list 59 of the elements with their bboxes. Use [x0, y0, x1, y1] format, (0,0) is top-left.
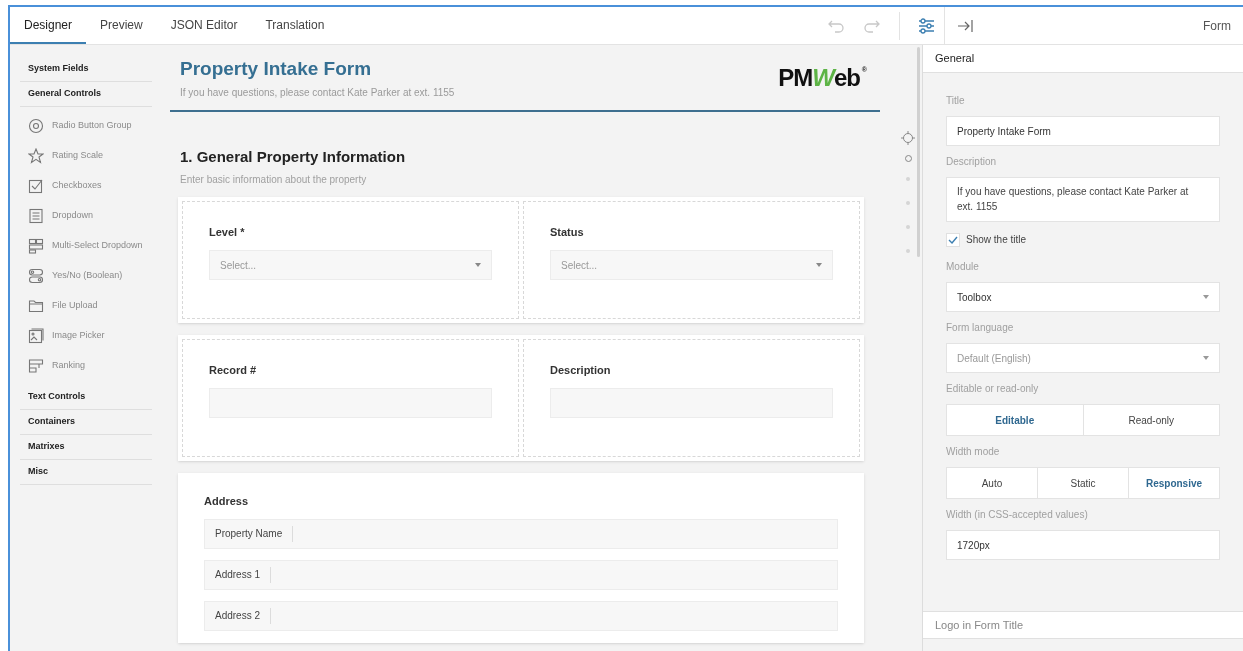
segment-button[interactable]: Read-only	[1082, 405, 1219, 435]
text-input-field[interactable]: Address 1	[204, 560, 838, 590]
segment-button[interactable]: Responsive	[1128, 468, 1219, 498]
checkbox-icon	[28, 178, 44, 194]
dropdown-icon	[28, 208, 44, 224]
toolbox-category[interactable]: System Fields	[20, 57, 152, 82]
question-label: Status	[550, 224, 585, 240]
file-icon	[28, 298, 44, 314]
segment-button[interactable]: Auto	[947, 468, 1037, 498]
question-label: Record #	[209, 362, 258, 378]
caret-icon	[1203, 295, 1209, 299]
field-label: Form language	[946, 321, 1015, 335]
page-description: Enter basic information about the property	[180, 172, 368, 187]
page-title: 1. General Property Information	[180, 147, 407, 167]
combo-box[interactable]: Toolbox	[946, 282, 1220, 312]
question-label: Description	[550, 362, 612, 378]
checkbox-label: Show the title	[966, 233, 1027, 247]
section-header[interactable]: Logo in Form Title	[923, 611, 1243, 639]
segment-button[interactable]: Static	[1037, 468, 1128, 498]
field-label: Editable or read-only	[946, 382, 1040, 396]
field-label: Width mode	[946, 445, 1001, 459]
question-label: Address	[204, 493, 250, 509]
boolean-icon	[28, 268, 44, 284]
tab[interactable]: JSON Editor	[156, 7, 252, 44]
toolbox-category[interactable]: Containers	[20, 410, 152, 435]
segment-button[interactable]: Editable	[947, 405, 1083, 435]
form-description: If you have questions, please contact Kate Parker at ext. 1155	[180, 86, 455, 100]
field-label: Module	[946, 260, 980, 274]
settings-sliders-icon[interactable]	[918, 17, 935, 34]
caret-icon	[475, 263, 481, 267]
radio-icon	[28, 118, 44, 134]
text-input-field[interactable]: Property Intake Form	[946, 116, 1220, 146]
field-label: Description	[946, 155, 998, 169]
text-input-field[interactable]: Property Name	[204, 519, 838, 549]
collapse-panel-icon[interactable]	[957, 18, 974, 33]
textarea-field[interactable]: If you have questions, please contact Kate Parker at ext. 1155	[946, 177, 1220, 222]
scrollbar[interactable]	[917, 47, 920, 257]
toolbox-category[interactable]: Misc	[20, 460, 152, 485]
toolbox-category[interactable]: Matrixes	[20, 435, 152, 460]
panel-title: Form	[1203, 17, 1231, 35]
tab[interactable]: Preview	[86, 7, 157, 44]
tab[interactable]: Translation	[251, 7, 339, 44]
section-header[interactable]: General	[923, 45, 1243, 73]
field-label: Width (in CSS-accepted values)	[946, 508, 1089, 522]
toolbox-category[interactable]: Text Controls	[20, 385, 152, 410]
checkbox[interactable]	[946, 232, 960, 247]
star-icon	[28, 148, 44, 164]
toolbox-category[interactable]: General Controls	[20, 82, 152, 107]
multiselect-icon	[28, 238, 44, 254]
text-input-field[interactable]: Address 2	[204, 601, 838, 631]
form-title: Property Intake Form	[180, 57, 373, 81]
text-input-field[interactable]: 1720px	[946, 530, 1220, 560]
crosshair-icon[interactable]	[901, 131, 915, 145]
caret-icon	[816, 263, 822, 267]
image-icon	[28, 328, 44, 344]
field-label: Title	[946, 94, 966, 108]
ranking-icon	[28, 358, 44, 374]
question-label: Level *	[209, 224, 246, 240]
caret-icon	[1203, 356, 1209, 360]
